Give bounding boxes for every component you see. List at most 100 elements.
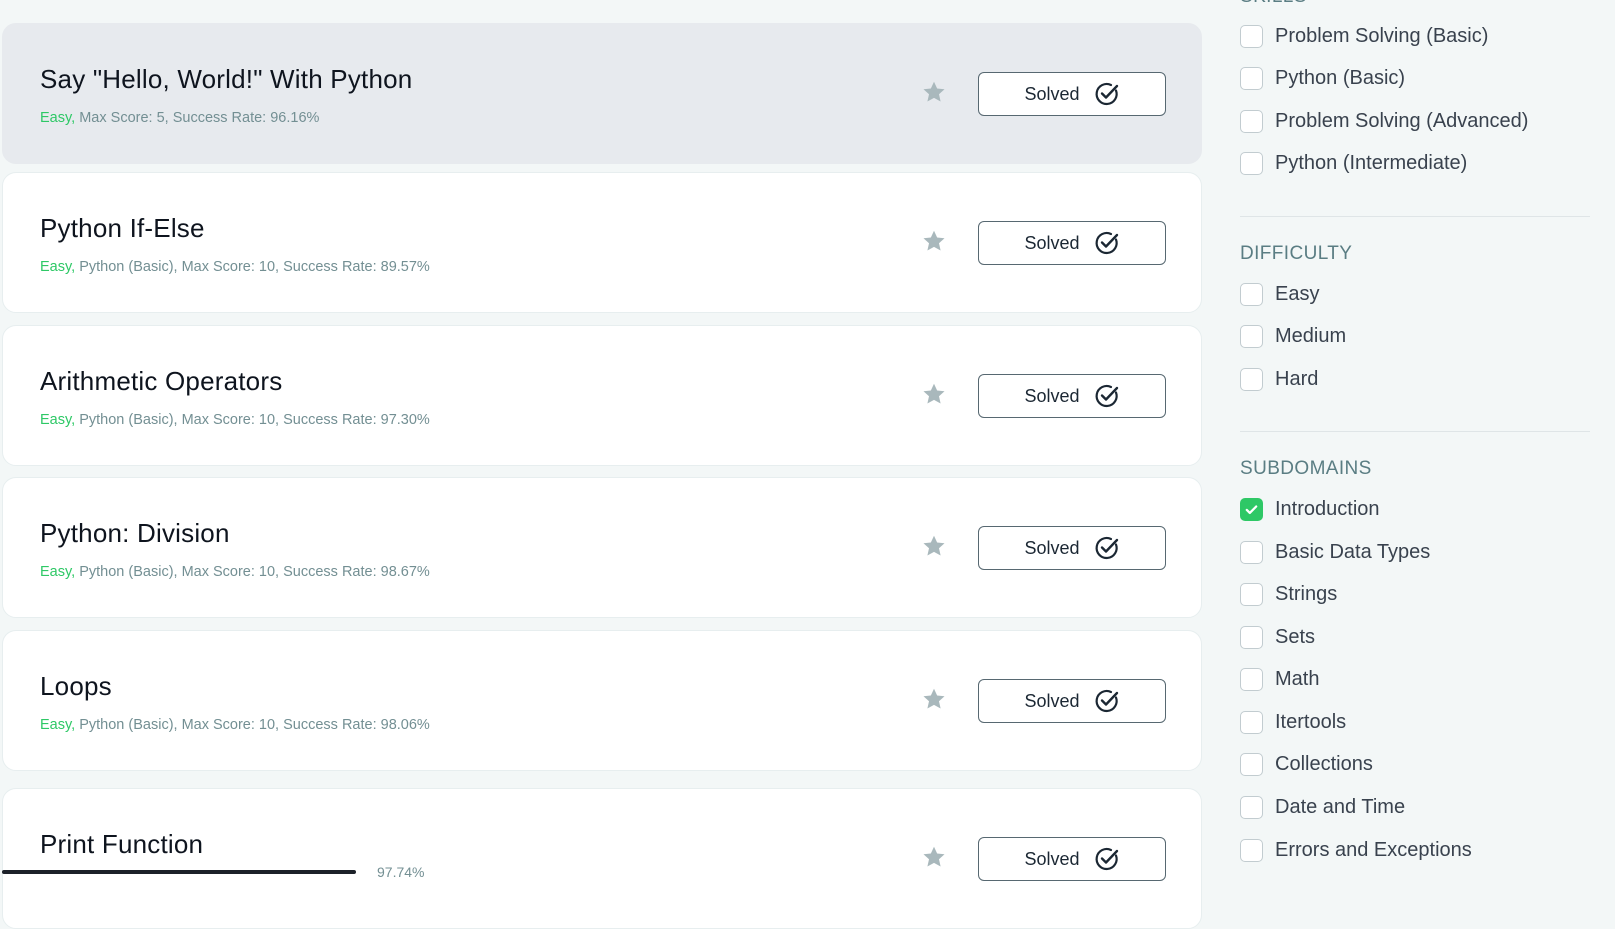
filter-sidebar: SKILLS Problem Solving (Basic) Python (B… — [1240, 0, 1600, 874]
checkbox[interactable] — [1240, 540, 1263, 564]
filter-option-strings[interactable]: Strings — [1240, 580, 1337, 608]
option-label: Easy — [1275, 282, 1320, 305]
solved-label: Solved — [1024, 232, 1080, 253]
challenge-title[interactable]: Print Function — [40, 829, 203, 860]
option-label: Math — [1275, 667, 1320, 690]
option-label: Strings — [1275, 582, 1338, 605]
challenge-meta: Easy, Python (Basic), Max Score: 10, Suc… — [40, 412, 430, 428]
checkbox[interactable] — [1240, 667, 1263, 691]
option-label: Basic Data Types — [1275, 540, 1431, 563]
check-circle-icon — [1095, 231, 1118, 255]
star-icon[interactable] — [921, 228, 947, 254]
challenge-card[interactable]: Arithmetic Operators Easy, Python (Basic… — [2, 325, 1202, 466]
checkbox[interactable] — [1240, 24, 1263, 48]
solved-button[interactable]: Solved — [978, 221, 1166, 265]
checkbox[interactable] — [1240, 151, 1263, 175]
meta-text: Python (Basic), Max Score: 10, Success R… — [75, 717, 430, 733]
filter-option-python-basic[interactable]: Python (Basic) — [1240, 64, 1405, 92]
solved-label: Solved — [1024, 848, 1080, 869]
section-divider — [1240, 216, 1590, 217]
filter-option-itertools[interactable]: Itertools — [1240, 708, 1346, 736]
challenge-meta: Easy, Max Score: 5, Success Rate: 96.16% — [40, 110, 319, 126]
option-label: Sets — [1275, 625, 1316, 648]
checkbox[interactable] — [1240, 795, 1263, 819]
option-label: Errors and Exceptions — [1275, 838, 1472, 861]
checkbox[interactable] — [1240, 282, 1263, 306]
checkbox[interactable] — [1240, 66, 1263, 90]
filter-option-problem-solving-advanced[interactable]: Problem Solving (Advanced) — [1240, 107, 1528, 135]
difficulty-label: Easy, — [40, 259, 76, 275]
meta-text: Python (Basic), Max Score: 10, Success R… — [75, 564, 430, 580]
check-circle-icon — [1095, 82, 1118, 106]
challenge-card[interactable]: Loops Easy, Python (Basic), Max Score: 1… — [2, 630, 1202, 771]
challenge-card[interactable]: Print Function Solved — [2, 788, 1202, 929]
star-icon[interactable] — [921, 844, 947, 870]
star-icon[interactable] — [921, 686, 947, 712]
option-label: Medium — [1275, 324, 1347, 347]
solved-button[interactable]: Solved — [978, 837, 1166, 881]
challenge-title[interactable]: Python If-Else — [40, 213, 205, 244]
checkmark-icon — [1245, 504, 1258, 514]
checkbox[interactable] — [1240, 324, 1263, 348]
challenge-title[interactable]: Python: Division — [40, 518, 230, 549]
check-circle-icon — [1095, 384, 1118, 408]
checkbox[interactable] — [1240, 710, 1263, 734]
meta-text: Python (Basic), Max Score: 10, Success R… — [75, 259, 430, 275]
checkbox[interactable] — [1240, 582, 1263, 606]
skills-heading: SKILLS — [1240, 0, 1307, 8]
section-divider — [1240, 431, 1590, 432]
challenge-card[interactable]: Python: Division Easy, Python (Basic), M… — [2, 477, 1202, 618]
option-label: Collections — [1275, 752, 1373, 775]
solved-label: Solved — [1024, 690, 1080, 711]
option-label: Itertools — [1275, 710, 1347, 733]
horizontal-scrollbar[interactable] — [2, 870, 356, 874]
filter-option-problem-solving-basic[interactable]: Problem Solving (Basic) — [1240, 22, 1488, 50]
meta-text: Max Score: 5, Success Rate: 96.16% — [75, 110, 320, 126]
subdomains-heading: SUBDOMAINS — [1240, 458, 1372, 479]
challenge-title[interactable]: Arithmetic Operators — [40, 366, 282, 397]
solved-button[interactable]: Solved — [978, 679, 1166, 723]
difficulty-label: Easy, — [40, 412, 76, 428]
challenge-title[interactable]: Loops — [40, 671, 112, 702]
difficulty-label: Easy, — [40, 717, 76, 733]
filter-option-medium[interactable]: Medium — [1240, 322, 1346, 350]
challenge-meta: Easy, Python (Basic), Max Score: 10, Suc… — [40, 717, 430, 733]
star-icon[interactable] — [921, 79, 947, 105]
meta-text-partial: 97.74% — [377, 864, 425, 880]
difficulty-heading: DIFFICULTY — [1240, 243, 1353, 264]
solved-button[interactable]: Solved — [978, 526, 1166, 570]
filter-option-easy[interactable]: Easy — [1240, 280, 1319, 308]
filter-option-introduction[interactable]: Introduction — [1240, 495, 1380, 523]
solved-button[interactable]: Solved — [978, 374, 1166, 418]
checkbox[interactable] — [1240, 367, 1263, 391]
filter-option-errors-and-exceptions[interactable]: Errors and Exceptions — [1240, 836, 1472, 864]
filter-option-collections[interactable]: Collections — [1240, 750, 1373, 778]
difficulty-label: Easy, — [40, 564, 76, 580]
option-label: Python (Intermediate) — [1275, 151, 1468, 174]
filter-option-math[interactable]: Math — [1240, 665, 1319, 693]
difficulty-label: Easy, — [40, 110, 76, 126]
star-icon[interactable] — [921, 533, 947, 559]
challenge-card[interactable]: Python If-Else Easy, Python (Basic), Max… — [2, 172, 1202, 313]
solved-button[interactable]: Solved — [978, 72, 1166, 116]
check-circle-icon — [1095, 689, 1118, 713]
star-icon[interactable] — [921, 381, 947, 407]
checkbox[interactable] — [1240, 752, 1263, 776]
filter-option-basic-data-types[interactable]: Basic Data Types — [1240, 538, 1430, 566]
filter-option-sets[interactable]: Sets — [1240, 623, 1315, 651]
solved-label: Solved — [1024, 385, 1080, 406]
filter-option-hard[interactable]: Hard — [1240, 365, 1318, 393]
option-label: Introduction — [1275, 497, 1380, 520]
challenge-meta: Easy, Python (Basic), Max Score: 10, Suc… — [40, 564, 430, 580]
challenge-card[interactable]: Say "Hello, World!" With Python Easy, Ma… — [2, 23, 1202, 164]
filter-option-date-and-time[interactable]: Date and Time — [1240, 793, 1405, 821]
filter-option-python-intermediate[interactable]: Python (Intermediate) — [1240, 149, 1467, 177]
option-label: Hard — [1275, 367, 1319, 390]
meta-text: Python (Basic), Max Score: 10, Success R… — [75, 412, 430, 428]
checkbox-checked[interactable] — [1240, 497, 1263, 521]
checkbox[interactable] — [1240, 109, 1263, 133]
solved-label: Solved — [1024, 537, 1080, 558]
challenge-title[interactable]: Say "Hello, World!" With Python — [40, 64, 412, 95]
checkbox[interactable] — [1240, 838, 1263, 862]
checkbox[interactable] — [1240, 625, 1263, 649]
